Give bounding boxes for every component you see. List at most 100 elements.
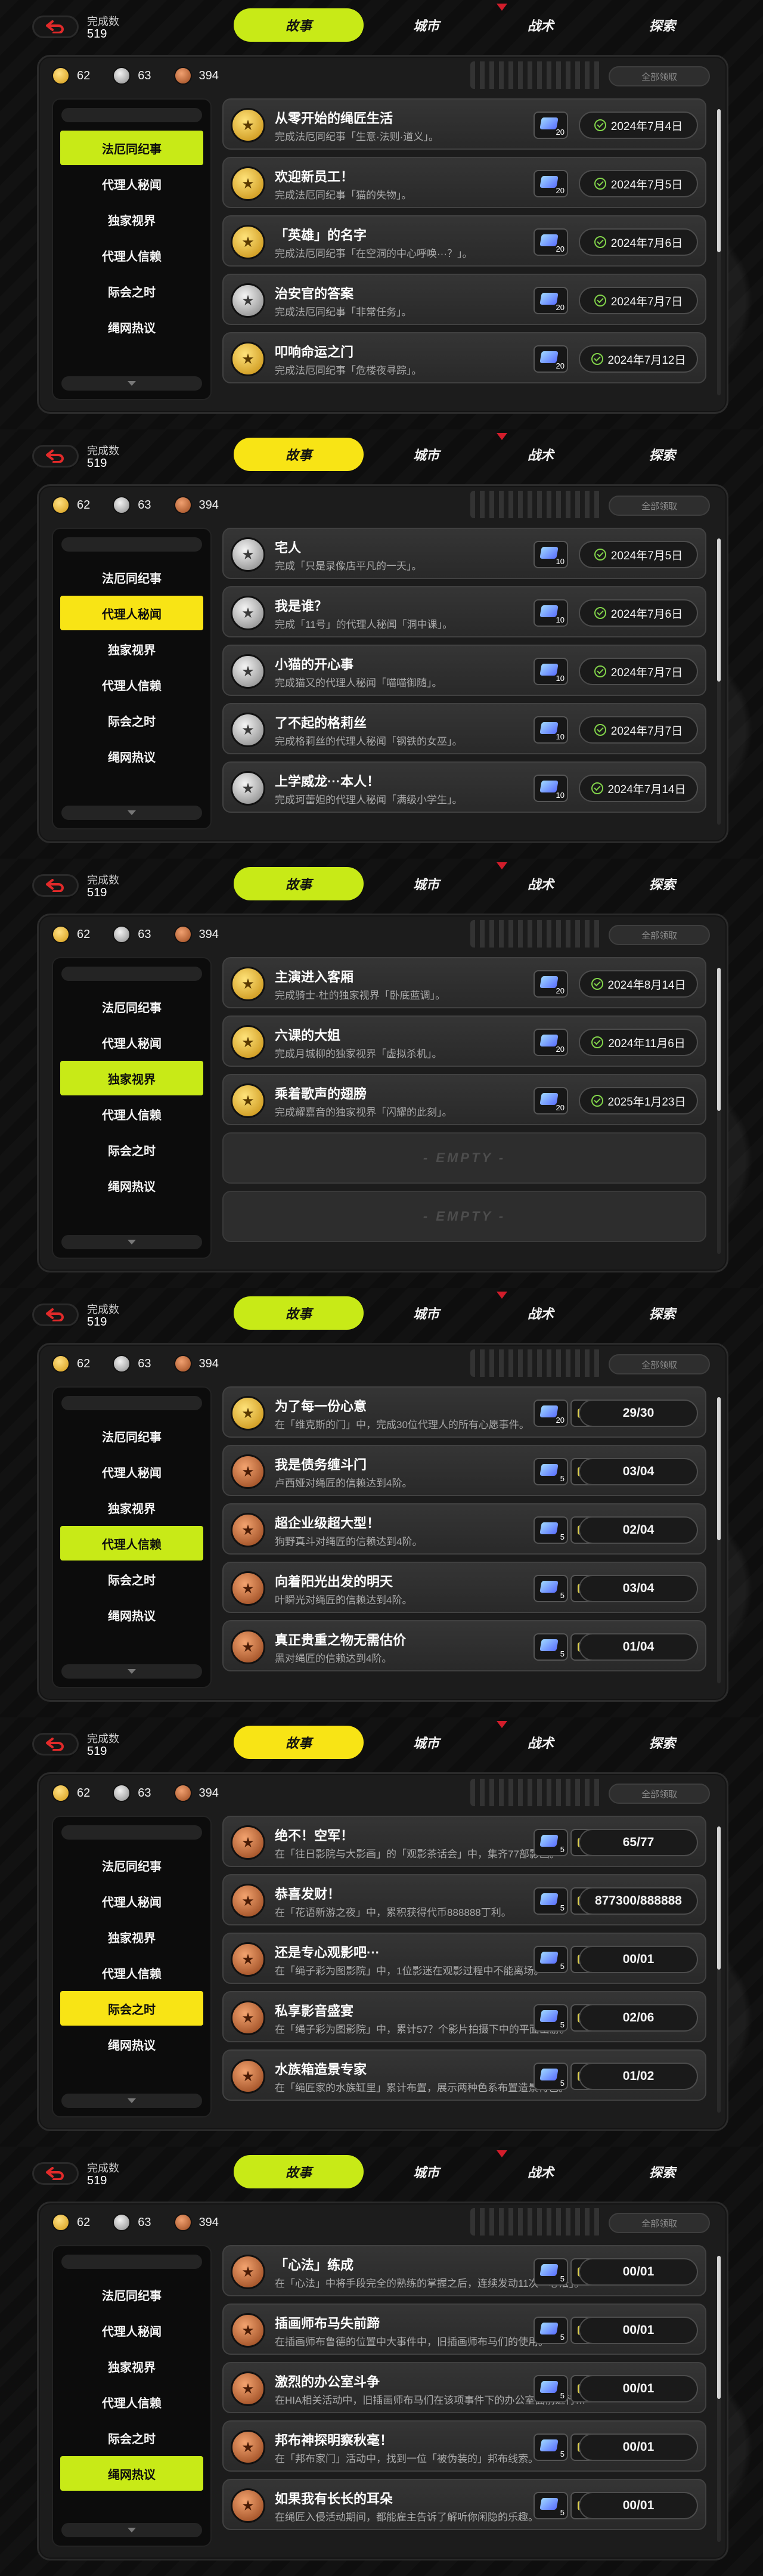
tab-city[interactable]: 城市 (370, 438, 483, 471)
category-item[interactable]: 代理人信赖 (60, 1955, 203, 1990)
achievement-row[interactable]: ★ 绝不！空军！ 在「往日影院与大影画」的「观影茶话会」中，集齐77部影画。 5 65/… (222, 1816, 706, 1867)
achievement-row[interactable]: ★ 真正贵重之物无需估价 黑对绳匠的信赖达到4阶。 5 01/04 (222, 1620, 706, 1671)
achievement-row[interactable]: ★ 邦布神探明察秋毫！ 在「邦布家门」活动中，找到一位「被伪装的」邦布线索。 5 00/… (222, 2420, 706, 2472)
reward-polychrome-icon[interactable]: 5 (534, 1946, 568, 1973)
reward-polychrome-icon[interactable]: 20 (534, 1400, 568, 1427)
category-item[interactable]: 法厄同纪事 (60, 989, 203, 1024)
tab-city[interactable]: 城市 (370, 2155, 483, 2188)
category-item[interactable]: 法厄同纪事 (60, 2277, 203, 2312)
reward-polychrome-icon[interactable]: 20 (534, 1029, 568, 1056)
category-item[interactable]: 绳网热议 (60, 739, 203, 773)
list-scrollbar[interactable] (717, 2256, 721, 2542)
back-button[interactable] (32, 16, 79, 38)
category-item[interactable]: 代理人秘闻 (60, 596, 203, 630)
claim-all-button[interactable]: 全部领取 (609, 496, 710, 516)
reward-polychrome-icon[interactable]: 5 (534, 2492, 568, 2519)
category-item[interactable]: 法厄同纪事 (60, 560, 203, 595)
claim-all-button[interactable]: 全部领取 (609, 1354, 710, 1374)
achievement-row[interactable]: ★ 欢迎新员工！ 完成法厄同纪事「猫的失物」。 20 2024年7月5日 (222, 157, 706, 208)
reward-polychrome-icon[interactable]: 10 (534, 658, 568, 685)
tab-explore[interactable]: 探索 (598, 8, 726, 42)
achievement-row[interactable]: ★ 从零开始的绳匠生活 完成法厄同纪事「生意·法则·道义」。 20 2024年7月4日 (222, 98, 706, 150)
category-item[interactable]: 独家视界 (60, 1919, 203, 1954)
category-item[interactable]: 绳网热议 (60, 2456, 203, 2491)
menu-scroll-down[interactable] (61, 2523, 202, 2537)
category-item[interactable]: 绳网热议 (60, 1168, 203, 1203)
achievement-row[interactable]: ★ 水族箱造景专家 在「绳匠家的水族缸里」累计布置，展示两种色系布置造景特色。 5 01… (222, 2049, 706, 2101)
reward-polychrome-icon[interactable]: 5 (534, 1633, 568, 1661)
menu-scroll-down[interactable] (61, 376, 202, 391)
achievement-row[interactable]: ★ 小猫的开心事 完成猫又的代理人秘闻「喵喵御随」。 10 2024年7月7日 (222, 645, 706, 696)
achievement-row[interactable]: ★ 如果我有长长的耳朵 在绳匠入侵活动期间，都能雇主告诉了解听你闲隐的乐趣。 5 00/… (222, 2479, 706, 2530)
menu-scroll-down[interactable] (61, 2094, 202, 2108)
tab-explore[interactable]: 探索 (598, 867, 726, 900)
reward-polychrome-icon[interactable]: 5 (534, 1516, 568, 1544)
category-item[interactable]: 代理人秘闻 (60, 166, 203, 201)
achievement-row[interactable]: ★ 我是债务缠斗门 卢西娅对绳匠的信赖达到4阶。 5 03/04 (222, 1445, 706, 1496)
menu-scroll-down[interactable] (61, 1235, 202, 1249)
tab-city[interactable]: 城市 (370, 867, 483, 900)
achievement-row[interactable]: ★ 我是谁？ 完成「11号」的代理人秘闻「洞中课」。 10 2024年7月6日 (222, 586, 706, 637)
reward-polychrome-icon[interactable]: 20 (534, 228, 568, 256)
reward-polychrome-icon[interactable]: 5 (534, 1575, 568, 1602)
achievement-row[interactable]: ★ 「心法」练成 在「心法」中将手段完全的熟练的掌握之后，连续发动11次「心法」。 5… (222, 2245, 706, 2296)
category-item[interactable]: 际会之时 (60, 703, 203, 738)
category-item[interactable]: 独家视界 (60, 1061, 203, 1095)
reward-polychrome-icon[interactable]: 5 (534, 2317, 568, 2344)
achievement-row[interactable]: ★ 向着阳光出发的明天 叶瞬光对绳匠的信赖达到4阶。 5 03/04 (222, 1562, 706, 1613)
category-item[interactable]: 独家视界 (60, 202, 203, 237)
category-item[interactable]: 独家视界 (60, 631, 203, 666)
category-item[interactable]: 代理人信赖 (60, 667, 203, 702)
achievement-row[interactable]: ★ 治安官的答案 完成法厄同纪事「非常任务」。 20 2024年7月7日 (222, 274, 706, 325)
category-item[interactable]: 代理人信赖 (60, 1526, 203, 1561)
category-item[interactable]: 际会之时 (60, 1562, 203, 1596)
tab-explore[interactable]: 探索 (598, 438, 726, 471)
achievement-row[interactable]: ★ 主演进入客厢 完成骑士·杜的独家视界「卧底蓝调」。 20 2024年8月14日 (222, 957, 706, 1008)
tab-explore[interactable]: 探索 (598, 2155, 726, 2188)
list-scrollbar[interactable] (717, 538, 721, 825)
category-item[interactable]: 法厄同纪事 (60, 1419, 203, 1453)
scrollbar-thumb[interactable] (717, 109, 721, 252)
menu-scroll-down[interactable] (61, 1664, 202, 1679)
achievement-row[interactable]: ★ 恭喜发财！ 在「花语新游之夜」中，累积获得代币888888丁利。 5 877300/… (222, 1874, 706, 1925)
tab-story[interactable]: 故事 (234, 438, 364, 471)
back-button[interactable] (32, 445, 79, 467)
scrollbar-thumb[interactable] (717, 1397, 721, 1540)
tab-city[interactable]: 城市 (370, 8, 483, 42)
reward-polychrome-icon[interactable]: 5 (534, 2375, 568, 2402)
achievement-row[interactable]: ★ 超企业级超大型！ 狗野真斗对绳匠的信赖达到4阶。 5 02/04 (222, 1503, 706, 1555)
tab-tactics[interactable]: 战术 (484, 438, 597, 471)
reward-polychrome-icon[interactable]: 5 (534, 2258, 568, 2286)
category-item[interactable]: 法厄同纪事 (60, 131, 203, 165)
category-item[interactable]: 法厄同纪事 (60, 1848, 203, 1883)
category-item[interactable]: 际会之时 (60, 1991, 203, 2026)
reward-polychrome-icon[interactable]: 5 (534, 2004, 568, 2032)
category-item[interactable]: 际会之时 (60, 1132, 203, 1167)
achievement-row[interactable]: ★ 宅人 完成「只是录像店平凡的一天」。 10 2024年7月5日 (222, 528, 706, 579)
category-item[interactable]: 代理人秘闻 (60, 1884, 203, 1918)
achievement-row[interactable]: ★ 插画师布马失前蹄 在插画师布鲁德的位置中大事件中，旧插画师布马们的使用。 5 00/… (222, 2303, 706, 2355)
category-item[interactable]: 绳网热议 (60, 1597, 203, 1632)
achievement-row[interactable]: ★ 乘着歌声的翅膀 完成耀嘉音的独家视界「闪耀的此刻」。 20 2025年1月23日 (222, 1074, 706, 1125)
reward-polychrome-icon[interactable]: 10 (534, 599, 568, 627)
reward-polychrome-icon[interactable]: 20 (534, 112, 568, 139)
reward-polychrome-icon[interactable]: 5 (534, 1887, 568, 1915)
category-item[interactable]: 代理人信赖 (60, 2385, 203, 2419)
reward-polychrome-icon[interactable]: 5 (534, 2063, 568, 2090)
scrollbar-thumb[interactable] (717, 2256, 721, 2399)
tab-story[interactable]: 故事 (234, 1296, 364, 1330)
tab-city[interactable]: 城市 (370, 1296, 483, 1330)
achievement-row[interactable]: ★ 六课的大姐 完成月城柳的独家视界「虚拟杀机」。 20 2024年11月6日 (222, 1015, 706, 1067)
reward-polychrome-icon[interactable]: 10 (534, 541, 568, 568)
tab-explore[interactable]: 探索 (598, 1726, 726, 1759)
reward-polychrome-icon[interactable]: 5 (534, 2433, 568, 2461)
achievement-row[interactable]: ★ 了不起的格莉丝 完成格莉丝的代理人秘闻「钢铁的女巫」。 10 2024年7月7日 (222, 703, 706, 754)
tab-story[interactable]: 故事 (234, 1726, 364, 1759)
achievement-row[interactable]: ★ 上学威龙···本人！ 完成珂蕾妲的代理人秘闻「满级小学生」。 10 2024年7月1… (222, 761, 706, 813)
category-item[interactable]: 独家视界 (60, 2349, 203, 2383)
reward-polychrome-icon[interactable]: 5 (534, 1829, 568, 1856)
reward-polychrome-icon[interactable]: 20 (534, 170, 568, 197)
claim-all-button[interactable]: 全部领取 (609, 66, 710, 86)
reward-polychrome-icon[interactable]: 10 (534, 775, 568, 802)
category-item[interactable]: 际会之时 (60, 2420, 203, 2455)
